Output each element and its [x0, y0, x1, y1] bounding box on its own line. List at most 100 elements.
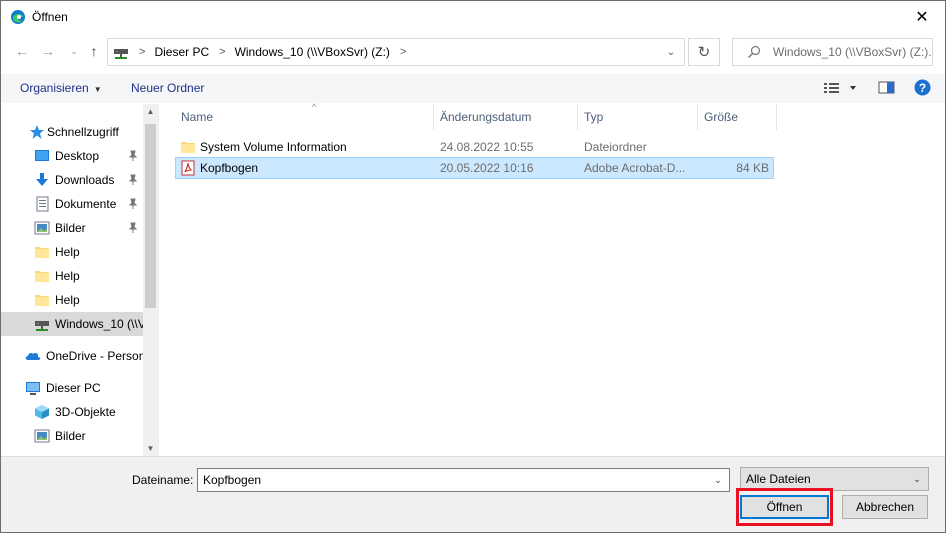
sort-ascending-icon: ^ — [312, 102, 317, 112]
scrollbar-thumb[interactable] — [145, 124, 156, 308]
file-size: 84 KB — [736, 161, 769, 175]
sidebar-item-quick-access[interactable]: Schnellzugriff — [1, 120, 143, 144]
scroll-up-icon[interactable]: ▲ — [143, 104, 158, 119]
filename-value: Kopfbogen — [203, 473, 262, 487]
sidebar-item-help-1[interactable]: Help — [1, 240, 143, 264]
network-drive-icon — [114, 49, 128, 59]
filename-input[interactable]: Kopfbogen ⌄ — [197, 468, 730, 492]
address-bar[interactable]: > Dieser PC > Windows_10 (\\VBoxSvr) (Z:… — [107, 38, 685, 66]
sidebar-item-3d-objects[interactable]: 3D-Objekte — [1, 400, 143, 424]
up-button[interactable]: ↑ — [85, 42, 103, 60]
sidebar-item-pictures[interactable]: Bilder — [1, 216, 143, 240]
sidebar-item-label: OneDrive - Person — [46, 349, 143, 363]
pin-icon[interactable] — [127, 174, 139, 186]
pc-icon — [26, 382, 40, 395]
sidebar-item-label: Schnellzugriff — [47, 125, 119, 139]
open-button-label: Öffnen — [766, 500, 803, 514]
command-bar: Organisieren ▼ Neuer Ordner ? — [1, 74, 945, 103]
column-header-size[interactable]: Größe — [698, 104, 777, 130]
address-dropdown-icon[interactable]: ⌄ — [664, 45, 678, 59]
preview-pane-icon — [878, 81, 895, 94]
refresh-button[interactable]: ↻ — [688, 38, 720, 66]
edge-icon — [11, 9, 25, 24]
breadcrumb-separator-icon[interactable]: > — [139, 46, 145, 58]
column-header-date[interactable]: Änderungsdatum — [434, 104, 578, 130]
pictures-icon — [34, 221, 50, 235]
preview-pane-button[interactable] — [878, 80, 895, 98]
scroll-down-icon[interactable]: ▼ — [143, 441, 158, 456]
organize-menu[interactable]: Organisieren ▼ — [20, 81, 102, 95]
file-date: 24.08.2022 10:55 — [440, 140, 534, 154]
chevron-down-icon: ⌄ — [70, 45, 78, 56]
sidebar-item-help-2[interactable]: Help — [1, 264, 143, 288]
sidebar-item-pictures-pc[interactable]: Bilder — [1, 424, 143, 448]
sidebar-item-label: Desktop — [55, 149, 100, 163]
breadcrumb-this-pc[interactable]: Dieser PC — [154, 45, 209, 59]
file-type: Dateiordner — [584, 140, 647, 154]
help-button[interactable]: ? — [914, 79, 931, 99]
new-folder-button[interactable]: Neuer Ordner — [131, 81, 204, 95]
navigation-pane: Schnellzugriff Desktop Downloads Dokumen… — [1, 104, 158, 456]
sidebar-item-label: Help — [55, 245, 80, 259]
folder-icon — [35, 247, 49, 258]
folder-icon — [35, 271, 49, 282]
sidebar-item-label: Windows_10 (\\V — [55, 317, 143, 331]
close-button[interactable]: ✕ — [899, 1, 945, 32]
breadcrumb-separator-icon[interactable]: > — [219, 46, 225, 58]
column-date-label: Änderungsdatum — [440, 110, 532, 124]
recent-locations-button[interactable]: ⌄ — [65, 42, 83, 60]
document-icon — [36, 196, 49, 212]
pin-icon[interactable] — [127, 222, 139, 234]
filename-label: Dateiname: — [132, 473, 194, 487]
filetype-select[interactable]: Alle Dateien ⌄ — [740, 467, 929, 491]
new-folder-label: Neuer Ordner — [131, 81, 205, 95]
breadcrumb-separator-icon[interactable]: > — [400, 46, 406, 58]
sidebar-item-desktop[interactable]: Desktop — [1, 144, 143, 168]
column-header-name[interactable]: Name ^ — [175, 102, 434, 130]
sidebar-item-onedrive[interactable]: OneDrive - Person — [1, 344, 143, 368]
window-title: Öffnen — [32, 9, 68, 24]
details-view-icon — [824, 83, 856, 93]
folder-icon — [181, 142, 195, 153]
folder-icon — [35, 295, 49, 306]
help-icon: ? — [914, 79, 931, 96]
pin-icon[interactable] — [127, 150, 139, 162]
chevron-down-icon[interactable]: ⌄ — [710, 472, 726, 488]
column-name-label: Name — [181, 110, 214, 124]
breadcrumb: > Dieser PC > Windows_10 (\\VBoxSvr) (Z:… — [129, 45, 415, 59]
sidebar-scrollbar[interactable]: ▲ ▼ — [143, 104, 158, 456]
pictures-icon — [34, 429, 50, 443]
sidebar-item-network-drive[interactable]: Windows_10 (\\V — [1, 312, 143, 336]
breadcrumb-drive[interactable]: Windows_10 (\\VBoxSvr) (Z:) — [235, 45, 390, 59]
search-box[interactable]: Windows_10 (\\VBoxSvr) (Z:)... — [732, 38, 933, 66]
sidebar-item-label: Help — [55, 269, 80, 283]
sidebar-item-label: Dieser PC — [46, 381, 101, 395]
cancel-button[interactable]: Abbrechen — [842, 495, 928, 519]
open-file-dialog: Öffnen ✕ ← → ⌄ ↑ > Dieser PC > Windows_1… — [0, 0, 946, 533]
sidebar-item-label: Dokumente — [55, 197, 117, 211]
filetype-value: Alle Dateien — [746, 472, 811, 486]
back-button[interactable]: ← — [13, 42, 31, 60]
open-button[interactable]: Öffnen — [740, 495, 829, 519]
sidebar-item-this-pc[interactable]: Dieser PC — [1, 376, 143, 400]
sidebar-item-documents[interactable]: Dokumente — [1, 192, 143, 216]
desktop-icon — [35, 150, 49, 161]
file-row-selected[interactable]: Kopfbogen 20.05.2022 10:16 Adobe Acrobat… — [175, 157, 774, 179]
sidebar-item-downloads[interactable]: Downloads — [1, 168, 143, 192]
search-icon — [747, 45, 761, 58]
refresh-icon: ↻ — [697, 44, 711, 61]
pin-icon[interactable] — [127, 198, 139, 210]
file-row[interactable]: System Volume Information 24.08.2022 10:… — [175, 136, 774, 158]
file-list: Name ^ Änderungsdatum Typ Größe System V… — [159, 102, 945, 456]
arrow-up-icon: ↑ — [90, 43, 98, 59]
column-header-type[interactable]: Typ — [578, 104, 698, 130]
sidebar-item-help-3[interactable]: Help — [1, 288, 143, 312]
organize-label: Organisieren — [20, 81, 89, 95]
pdf-icon — [181, 160, 195, 176]
3d-objects-icon — [35, 405, 49, 419]
view-options-button[interactable] — [823, 80, 859, 99]
file-name: Kopfbogen — [200, 161, 259, 175]
forward-button[interactable]: → — [39, 42, 57, 60]
network-drive-icon — [35, 321, 49, 331]
sidebar-item-label: Bilder — [55, 429, 86, 443]
